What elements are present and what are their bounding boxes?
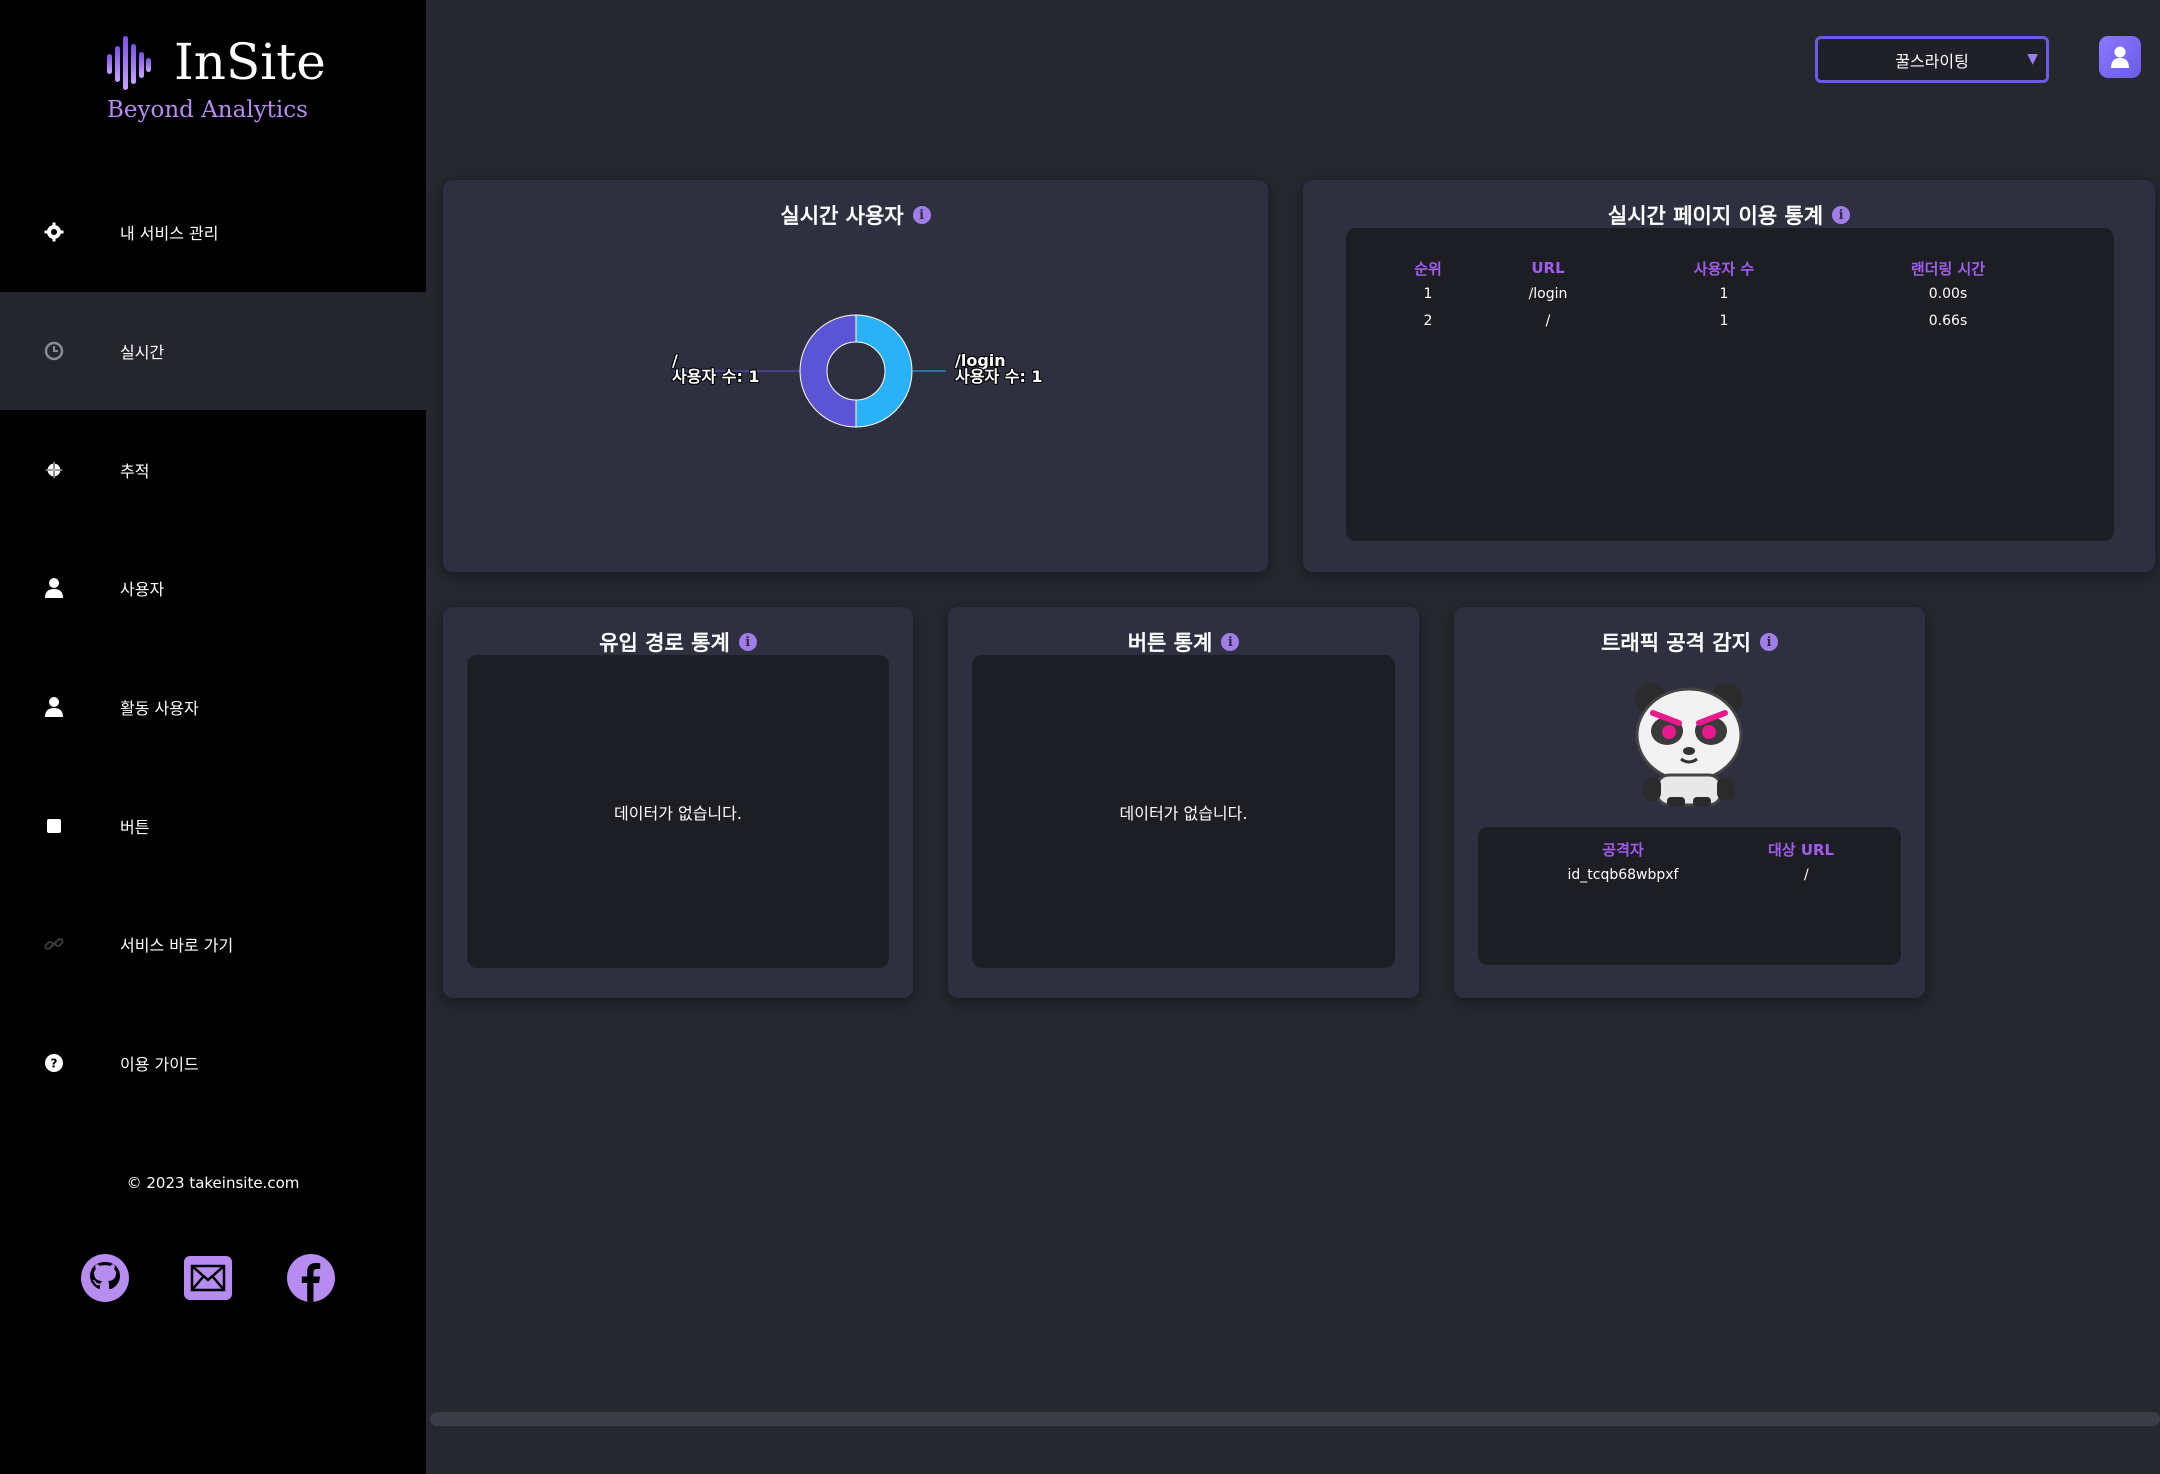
mail-icon[interactable] bbox=[183, 1253, 233, 1303]
column-header-attacker: 공격자 bbox=[1602, 840, 1644, 859]
social-links bbox=[80, 1253, 336, 1303]
empty-state-text: 데이터가 없습니다. bbox=[1119, 803, 1248, 823]
table-header-row: 공격자 대상 URL bbox=[1478, 837, 1901, 861]
gear-icon bbox=[44, 222, 64, 242]
column-header-rank: 순위 bbox=[1414, 259, 1442, 278]
user-avatar-icon bbox=[2111, 46, 2129, 68]
horizontal-scrollbar[interactable] bbox=[430, 1412, 2160, 1426]
sidebar-item-tracking[interactable]: 추적 bbox=[0, 410, 426, 529]
button-stats-title: 버튼 통계 i bbox=[948, 627, 1419, 657]
sidebar-item-label: 추적 bbox=[120, 461, 150, 481]
chevron-down-icon: ▼ bbox=[2027, 51, 2038, 67]
button-stats-content: 데이터가 없습니다. bbox=[972, 655, 1395, 968]
facebook-icon[interactable] bbox=[286, 1253, 336, 1303]
donut-label-right-line2: 사용자 수: 1 bbox=[955, 367, 1043, 386]
info-icon[interactable]: i bbox=[1832, 206, 1851, 224]
clock-icon bbox=[44, 341, 64, 361]
app: InSite Beyond Analytics 내 서비스 관리 실시간 추적 … bbox=[0, 0, 2160, 1474]
card-title-text: 버튼 통계 bbox=[1127, 631, 1213, 655]
service-select-value: 꿀스라이팅 bbox=[1895, 51, 1969, 71]
crosshair-icon bbox=[44, 459, 64, 480]
table-row[interactable]: id_tcqb68wbpxf / bbox=[1478, 861, 1901, 888]
sidebar-item-label: 활동 사용자 bbox=[120, 699, 199, 719]
info-icon[interactable]: i bbox=[1759, 633, 1778, 651]
cell-user-count: 1 bbox=[1719, 285, 1729, 302]
donut-label-left-line2: 사용자 수: 1 bbox=[672, 367, 760, 386]
card-title-text: 실시간 페이지 이용 통계 bbox=[1607, 204, 1824, 228]
service-select[interactable]: 꿀스라이팅 ▼ bbox=[1815, 36, 2049, 83]
donut-slice-login[interactable] bbox=[855, 314, 913, 428]
sidebar-item-label: 서비스 바로 가기 bbox=[120, 936, 234, 956]
column-header-target-url: 대상 URL bbox=[1768, 840, 1835, 859]
cell-attacker: id_tcqb68wbpxf bbox=[1567, 866, 1679, 883]
cell-url: /login bbox=[1528, 285, 1568, 302]
donut-label-right: /login 사용자 수: 1 bbox=[955, 353, 1043, 385]
sidebar-item-label: 이용 가이드 bbox=[120, 1055, 199, 1075]
copyright: © 2023 takeinsite.com bbox=[126, 1174, 300, 1192]
cell-render-time: 0.00s bbox=[1928, 285, 1968, 302]
table-row[interactable]: 1 /login 1 0.00s bbox=[1386, 280, 2074, 307]
user-avatar-button[interactable] bbox=[2099, 36, 2141, 78]
inflow-stats-title: 유입 경로 통계 i bbox=[443, 627, 913, 657]
button-stats-card: 버튼 통계 i 데이터가 없습니다. bbox=[948, 607, 1419, 998]
help-circle-icon: ? bbox=[44, 1053, 64, 1073]
traffic-attack-card: 트래픽 공격 감지 i 공격자 대상 URL id_tcqb68wbpxf / bbox=[1454, 607, 1925, 998]
donut-slices bbox=[799, 314, 913, 428]
angry-panda-icon bbox=[1635, 683, 1743, 807]
sidebar-item-label: 사용자 bbox=[120, 580, 165, 600]
sidebar-item-service-manage[interactable]: 내 서비스 관리 bbox=[0, 173, 426, 292]
cell-rank: 2 bbox=[1423, 312, 1433, 329]
sidebar-item-label: 버튼 bbox=[120, 817, 150, 837]
table-row[interactable]: 2 / 1 0.66s bbox=[1386, 307, 2074, 334]
sidebar-item-active-users[interactable]: 활동 사용자 bbox=[0, 648, 426, 767]
traffic-attack-table-container: 공격자 대상 URL id_tcqb68wbpxf / bbox=[1478, 827, 1901, 965]
user-icon bbox=[44, 578, 64, 599]
donut-slice-root[interactable] bbox=[799, 314, 857, 428]
sidebar-item-service-shortcut[interactable]: 서비스 바로 가기 bbox=[0, 885, 426, 1004]
page-stats-title: 실시간 페이지 이용 통계 i bbox=[1303, 200, 2155, 230]
svg-text:?: ? bbox=[51, 1057, 58, 1071]
inflow-stats-content: 데이터가 없습니다. bbox=[467, 655, 889, 968]
page-stats-card: 실시간 페이지 이용 통계 i 순위 URL 사용자 수 랜더링 시간 1 /l… bbox=[1303, 180, 2155, 572]
sidebar: InSite Beyond Analytics 내 서비스 관리 실시간 추적 … bbox=[0, 0, 426, 1474]
info-icon[interactable]: i bbox=[1221, 633, 1240, 651]
sidebar-item-label: 내 서비스 관리 bbox=[120, 224, 219, 244]
sidebar-item-users[interactable]: 사용자 bbox=[0, 529, 426, 648]
traffic-attack-title: 트래픽 공격 감지 i bbox=[1454, 627, 1925, 657]
square-icon bbox=[44, 816, 64, 836]
card-title-text: 유입 경로 통계 bbox=[599, 631, 730, 655]
realtime-users-card: 실시간 사용자 i / 사용자 수: 1 /login 사용자 수: 1 bbox=[443, 180, 1268, 572]
cell-user-count: 1 bbox=[1719, 312, 1729, 329]
page-stats-table: 순위 URL 사용자 수 랜더링 시간 1 /login 1 0.00s 2 /… bbox=[1386, 256, 2074, 334]
sidebar-item-label: 실시간 bbox=[120, 343, 165, 363]
brand-title: InSite bbox=[174, 33, 326, 91]
column-header-render-time: 랜더링 시간 bbox=[1910, 259, 1986, 278]
cell-url: / bbox=[1545, 312, 1551, 329]
info-icon[interactable]: i bbox=[738, 633, 757, 651]
sidebar-item-guide[interactable]: ? 이용 가이드 bbox=[0, 1004, 426, 1123]
donut-label-left: / 사용자 수: 1 bbox=[672, 353, 760, 385]
sidebar-nav: 내 서비스 관리 실시간 추적 사용자 활동 사용자 버튼 서비스 바로 가기 … bbox=[0, 173, 426, 1123]
table-header-row: 순위 URL 사용자 수 랜더링 시간 bbox=[1386, 256, 2074, 280]
github-icon[interactable] bbox=[80, 1253, 130, 1303]
column-header-url: URL bbox=[1531, 259, 1565, 277]
column-header-user-count: 사용자 수 bbox=[1693, 259, 1755, 278]
cell-rank: 1 bbox=[1423, 285, 1433, 302]
logo[interactable]: InSite Beyond Analytics bbox=[106, 30, 366, 130]
page-stats-table-container: 순위 URL 사용자 수 랜더링 시간 1 /login 1 0.00s 2 /… bbox=[1346, 228, 2114, 541]
cell-render-time: 0.66s bbox=[1928, 312, 1968, 329]
inflow-stats-card: 유입 경로 통계 i 데이터가 없습니다. bbox=[443, 607, 913, 998]
realtime-users-donut-chart bbox=[674, 314, 946, 428]
sidebar-item-buttons[interactable]: 버튼 bbox=[0, 766, 426, 885]
logo-mark-icon bbox=[107, 36, 151, 90]
card-title-text: 트래픽 공격 감지 bbox=[1601, 631, 1751, 655]
user-icon bbox=[44, 697, 64, 718]
cell-target-url: / bbox=[1804, 866, 1809, 883]
traffic-attack-table: 공격자 대상 URL id_tcqb68wbpxf / bbox=[1478, 837, 1901, 888]
brand-subtitle: Beyond Analytics bbox=[107, 97, 308, 123]
sidebar-item-realtime[interactable]: 실시간 bbox=[0, 291, 426, 411]
link-icon bbox=[44, 934, 64, 954]
empty-state-text: 데이터가 없습니다. bbox=[614, 803, 742, 823]
